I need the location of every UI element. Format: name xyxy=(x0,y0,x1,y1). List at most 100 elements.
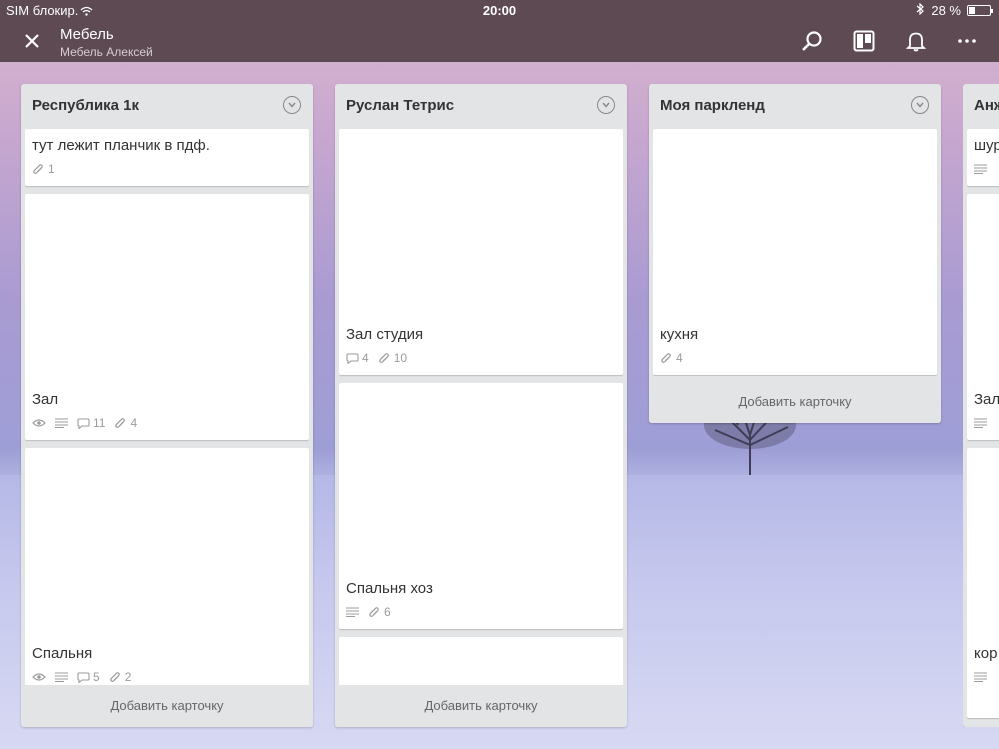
paperclip-icon xyxy=(115,417,126,428)
comment-icon xyxy=(346,352,359,364)
card-list: кухня 4 xyxy=(653,129,937,376)
list-header: Руслан Тетрис xyxy=(335,84,627,126)
board-title: Мебель xyxy=(60,26,114,43)
comment-badge: 5 xyxy=(77,670,100,684)
add-card-button[interactable]: Добавить карточку xyxy=(335,685,627,727)
card-list: Зал студия 4 10 Спальня хоз 6 xyxy=(339,129,623,685)
more-icon[interactable] xyxy=(954,28,980,54)
card-title: кор xyxy=(974,645,998,662)
card-badges: 1 xyxy=(32,162,55,176)
card-badges: 4 10 xyxy=(346,351,407,365)
attachment-badge: 4 xyxy=(660,351,683,365)
comment-icon xyxy=(77,417,90,429)
paperclip-icon xyxy=(109,671,120,682)
add-card-button[interactable]: Добавить карточку xyxy=(649,381,941,423)
board-subtitle: Мебель Алексей xyxy=(60,45,153,59)
comment-icon xyxy=(77,671,90,683)
eye-icon xyxy=(32,673,46,681)
card-badges: 6 xyxy=(346,605,391,619)
list-menu-icon[interactable] xyxy=(283,96,301,114)
card-title: тут лежит планчик в пдф. xyxy=(32,137,210,154)
card[interactable]: Зал 11 4 xyxy=(25,194,309,440)
card-badges xyxy=(974,672,987,682)
battery-icon xyxy=(967,5,993,16)
search-icon[interactable] xyxy=(799,28,825,54)
paperclip-icon xyxy=(369,606,379,617)
attachment-badge: 6 xyxy=(368,605,391,619)
card-title: Спальня xyxy=(32,645,93,662)
clock: 20:00 xyxy=(482,3,517,18)
card[interactable]: Спальня 5 2 xyxy=(25,448,309,685)
list-respublika: Республика 1к тут лежит планчик в пдф. 1… xyxy=(21,84,313,727)
list-title[interactable]: Анж xyxy=(974,97,999,114)
card-badges xyxy=(974,418,987,428)
list-header: Моя паркленд xyxy=(649,84,941,126)
comment-badge: 11 xyxy=(77,416,105,430)
list-menu-icon[interactable] xyxy=(911,96,929,114)
list-title[interactable]: Руслан Тетрис xyxy=(346,97,454,114)
attachment-badge: 10 xyxy=(378,351,407,365)
list-anzh: Анж шур Зал кор xyxy=(963,84,999,727)
list-ruslan-tetris: Руслан Тетрис Зал студия 4 10 Спальня хо… xyxy=(335,84,627,727)
add-card-button[interactable]: Добавить карточку xyxy=(21,685,313,727)
attachment-count: 1 xyxy=(48,162,55,176)
card[interactable] xyxy=(339,637,623,685)
card[interactable]: шур xyxy=(967,129,999,186)
card-title: кухня xyxy=(660,326,699,343)
status-bar: SIM блокир. 20:00 28 % xyxy=(0,0,999,20)
comment-count: 11 xyxy=(93,416,106,430)
list-header: Республика 1к xyxy=(21,84,313,126)
list-title[interactable]: Моя паркленд xyxy=(660,97,765,114)
card-title: Зал xyxy=(32,391,59,408)
card-list: тут лежит планчик в пдф. 1 Зал 11 4 Спал… xyxy=(25,129,309,685)
description-icon xyxy=(974,164,987,174)
card[interactable]: Зал студия 4 10 xyxy=(339,129,623,375)
comment-badge: 4 xyxy=(346,351,369,365)
wifi-icon xyxy=(80,4,93,19)
attachment-count: 2 xyxy=(124,670,132,684)
attachment-count: 4 xyxy=(676,351,683,365)
description-icon xyxy=(974,672,987,682)
bell-icon[interactable] xyxy=(903,28,929,54)
card-title: Зал студия xyxy=(346,326,424,343)
attachment-count: 4 xyxy=(130,416,138,430)
attachment-count: 10 xyxy=(393,351,408,365)
list-clip: Анж шур Зал кор xyxy=(963,84,999,727)
paperclip-icon xyxy=(33,163,43,174)
description-icon xyxy=(346,607,359,617)
card-badges: 4 xyxy=(660,351,683,365)
description-icon xyxy=(55,672,68,682)
card[interactable]: кухня 4 xyxy=(653,129,937,375)
description-icon xyxy=(974,418,987,428)
list-title[interactable]: Республика 1к xyxy=(32,97,139,114)
paperclip-icon xyxy=(661,352,671,363)
attachment-badge: 4 xyxy=(114,416,137,430)
card-badges xyxy=(974,164,987,174)
card[interactable]: Зал xyxy=(967,194,999,440)
list-moya-parklend: Моя паркленд кухня 4 Добавить карточку xyxy=(649,84,941,423)
attachment-badge: 1 xyxy=(32,162,55,176)
description-icon xyxy=(55,418,68,428)
attachment-badge: 2 xyxy=(109,670,132,684)
attachment-count: 6 xyxy=(384,605,391,619)
close-icon[interactable] xyxy=(18,27,46,55)
app-header: SIM блокир. 20:00 28 % Мебель Мебель Але… xyxy=(0,0,999,62)
board-view-icon[interactable] xyxy=(851,28,877,54)
card-badges: 5 2 xyxy=(32,670,131,684)
board-title-block: Мебель Мебель Алексей xyxy=(60,26,153,59)
card[interactable]: тут лежит планчик в пдф. 1 xyxy=(25,129,309,186)
card-title: шур xyxy=(974,137,999,154)
list-header: Анж xyxy=(963,84,999,126)
comment-count: 4 xyxy=(362,351,369,365)
status-right: 28 % xyxy=(916,2,993,18)
bluetooth-icon xyxy=(916,2,925,18)
list-menu-icon[interactable] xyxy=(597,96,615,114)
card-list: шур Зал кор xyxy=(967,129,999,727)
battery-percent: 28 % xyxy=(931,3,961,18)
paperclip-icon xyxy=(378,352,389,363)
card[interactable]: Спальня хоз 6 xyxy=(339,383,623,629)
eye-icon xyxy=(32,419,46,427)
card-badges: 11 4 xyxy=(32,416,137,430)
card[interactable]: кор xyxy=(967,448,999,718)
comment-count: 5 xyxy=(93,670,100,684)
